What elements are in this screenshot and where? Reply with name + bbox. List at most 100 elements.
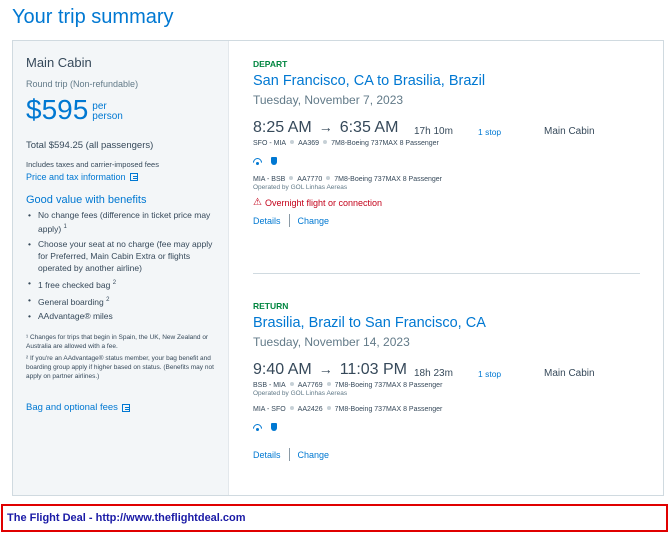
return-times: 9:40 AM → 11:03 PM 18h 23m 1 stop Main C… <box>253 361 653 381</box>
leg-route: BSB - MIA <box>253 382 286 389</box>
benefit-text: General boarding <box>38 296 104 307</box>
benefit-item: General boarding 2 <box>26 294 222 308</box>
wifi-icon <box>253 424 262 431</box>
footer-banner: The Flight Deal - http://www.theflightde… <box>1 504 668 532</box>
separator-dot <box>289 382 294 386</box>
depart-duration: 17h 10m <box>414 126 453 137</box>
price-row: $595 per person <box>26 93 123 127</box>
depart-arrival-time: 6:35 AM <box>339 119 399 136</box>
benefit-footnote-ref: 1 <box>63 224 67 230</box>
bag-fees-label: Bag and optional fees <box>26 402 118 413</box>
depart-change-link[interactable]: Change <box>298 216 330 226</box>
price-per-person: $595 <box>26 94 89 125</box>
leg-route: MIA - BSB <box>253 176 286 183</box>
trip-summary-card: Main Cabin Round trip (Non-refundable) $… <box>12 40 664 496</box>
separator-dot <box>326 176 331 180</box>
itinerary-panel: DEPART San Francisco, CA to Brasilia, Br… <box>229 41 663 495</box>
depart-cabin: Main Cabin <box>544 126 595 137</box>
return-details-link[interactable]: Details <box>253 450 281 460</box>
overnight-warning: ⚠ Overnight flight or connection <box>253 197 653 208</box>
leg-route: MIA - SFO <box>253 406 286 413</box>
person-label: person <box>92 111 123 122</box>
wifi-icon <box>253 158 262 165</box>
flight-leg: SFO - MIA AA369 7M8-Boeing 737MAX 8 Passen… <box>253 140 653 147</box>
segment-divider <box>253 273 640 274</box>
trip-type: Round trip (Non-refundable) <box>26 79 139 89</box>
leg-flight-number: AA369 <box>298 140 320 147</box>
return-change-link[interactable]: Change <box>298 450 330 460</box>
benefit-item: Choose your seat at no charge (fee may a… <box>26 238 222 274</box>
amenities <box>253 156 653 166</box>
benefit-item: AAdvantage® miles <box>26 310 222 322</box>
depart-stops-link[interactable]: 1 stop <box>478 127 501 137</box>
leg-aircraft: 7M8-Boeing 737MAX 8 Passenger <box>334 176 443 183</box>
separator-dot <box>326 382 331 386</box>
separator-dot <box>323 140 328 144</box>
return-segment: RETURN Brasilia, Brazil to San Francisco… <box>253 301 653 461</box>
depart-times: 8:25 AM → 6:35 AM 17h 10m 1 stop Main Ca… <box>253 119 653 139</box>
arrow-right-icon: → <box>318 361 333 377</box>
power-icon <box>271 157 277 165</box>
leg-aircraft: 7M8-Boeing 737MAX 8 Passenger <box>334 382 443 389</box>
external-link-icon <box>129 173 138 181</box>
footnote-2: ² If you're an AAdvantage® status member… <box>26 355 214 380</box>
separator-dot <box>290 140 295 144</box>
footnotes: ¹ Changes for trips that begin in Spain,… <box>26 333 222 384</box>
total-price: Total $594.25 (all passengers) <box>26 140 154 151</box>
leg-aircraft: 7M8-Boeing 737MAX 8 Passenger <box>331 140 439 147</box>
benefit-item: 1 free checked bag 2 <box>26 277 222 291</box>
bag-fees-link[interactable]: Bag and optional fees <box>26 402 130 413</box>
flight-leg: MIA - BSB AA7770 7M8-Boeing 737MAX 8 Passe… <box>253 176 653 183</box>
separator-dot <box>289 406 294 410</box>
return-date: Tuesday, November 14, 2023 <box>253 335 410 349</box>
warning-text: Overnight flight or connection <box>264 197 383 208</box>
taxes-note: Includes taxes and carrier-imposed fees <box>26 160 159 169</box>
benefit-item: No change fees (difference in ticket pri… <box>26 209 222 235</box>
leg-flight-number: AA7769 <box>297 382 323 389</box>
return-stops-link[interactable]: 1 stop <box>478 369 501 379</box>
benefit-footnote-ref: 2 <box>106 296 110 303</box>
separator-dot <box>326 406 331 410</box>
cabin-title: Main Cabin <box>26 55 92 70</box>
benefit-text: Choose your seat at no charge (fee may a… <box>38 238 213 273</box>
operated-by: Operated by GOL Linhas Aereas <box>253 390 348 397</box>
return-departure-time: 9:40 AM <box>253 361 312 378</box>
page-title: Your trip summary <box>12 6 174 28</box>
depart-segment: DEPART San Francisco, CA to Brasilia, Br… <box>253 59 653 227</box>
power-icon <box>271 423 277 431</box>
footer-text: The Flight Deal - http://www.theflightde… <box>7 512 246 524</box>
return-cabin: Main Cabin <box>544 368 595 379</box>
depart-label: DEPART <box>253 59 288 69</box>
leg-aircraft: 7M8-Boeing 737MAX 8 Passenger <box>334 406 443 413</box>
return-actions: Details Change <box>253 448 653 461</box>
flight-leg: BSB - MIA AA7769 7M8-Boeing 737MAX 8 Passe… <box>253 382 653 389</box>
price-tax-info-link[interactable]: Price and tax information <box>26 172 138 182</box>
leg-flight-number: AA2426 <box>297 406 323 413</box>
return-duration: 18h 23m <box>414 368 453 379</box>
leg-flight-number: AA7770 <box>297 176 323 183</box>
return-label: RETURN <box>253 301 289 311</box>
depart-route: San Francisco, CA to Brasilia, Brazil <box>253 73 486 89</box>
depart-date: Tuesday, November 7, 2023 <box>253 93 404 107</box>
separator-dot <box>289 176 294 180</box>
footnote-1: ¹ Changes for trips that begin in Spain,… <box>26 334 209 350</box>
return-arrival-time: 11:03 PM <box>339 361 407 378</box>
flight-leg: MIA - SFO AA2426 7M8-Boeing 737MAX 8 Passe… <box>253 406 653 413</box>
benefits-list: No change fees (difference in ticket pri… <box>26 209 222 325</box>
warning-icon: ⚠ <box>253 197 262 208</box>
divider <box>288 448 290 461</box>
return-route: Brasilia, Brazil to San Francisco, CA <box>253 315 486 331</box>
divider <box>288 214 290 227</box>
benefit-text: 1 free checked bag <box>38 279 111 290</box>
external-link-icon <box>121 403 130 412</box>
price-unit: per person <box>92 102 123 122</box>
operated-by: Operated by GOL Linhas Aereas <box>253 184 348 191</box>
fare-summary-panel: Main Cabin Round trip (Non-refundable) $… <box>13 41 229 495</box>
amenities <box>253 422 653 432</box>
depart-departure-time: 8:25 AM <box>253 119 312 136</box>
benefit-text: AAdvantage® miles <box>38 311 113 322</box>
benefit-text: No change fees (difference in ticket pri… <box>38 210 211 234</box>
leg-route: SFO - MIA <box>253 140 287 147</box>
depart-details-link[interactable]: Details <box>253 216 281 226</box>
depart-actions: Details Change <box>253 214 653 227</box>
